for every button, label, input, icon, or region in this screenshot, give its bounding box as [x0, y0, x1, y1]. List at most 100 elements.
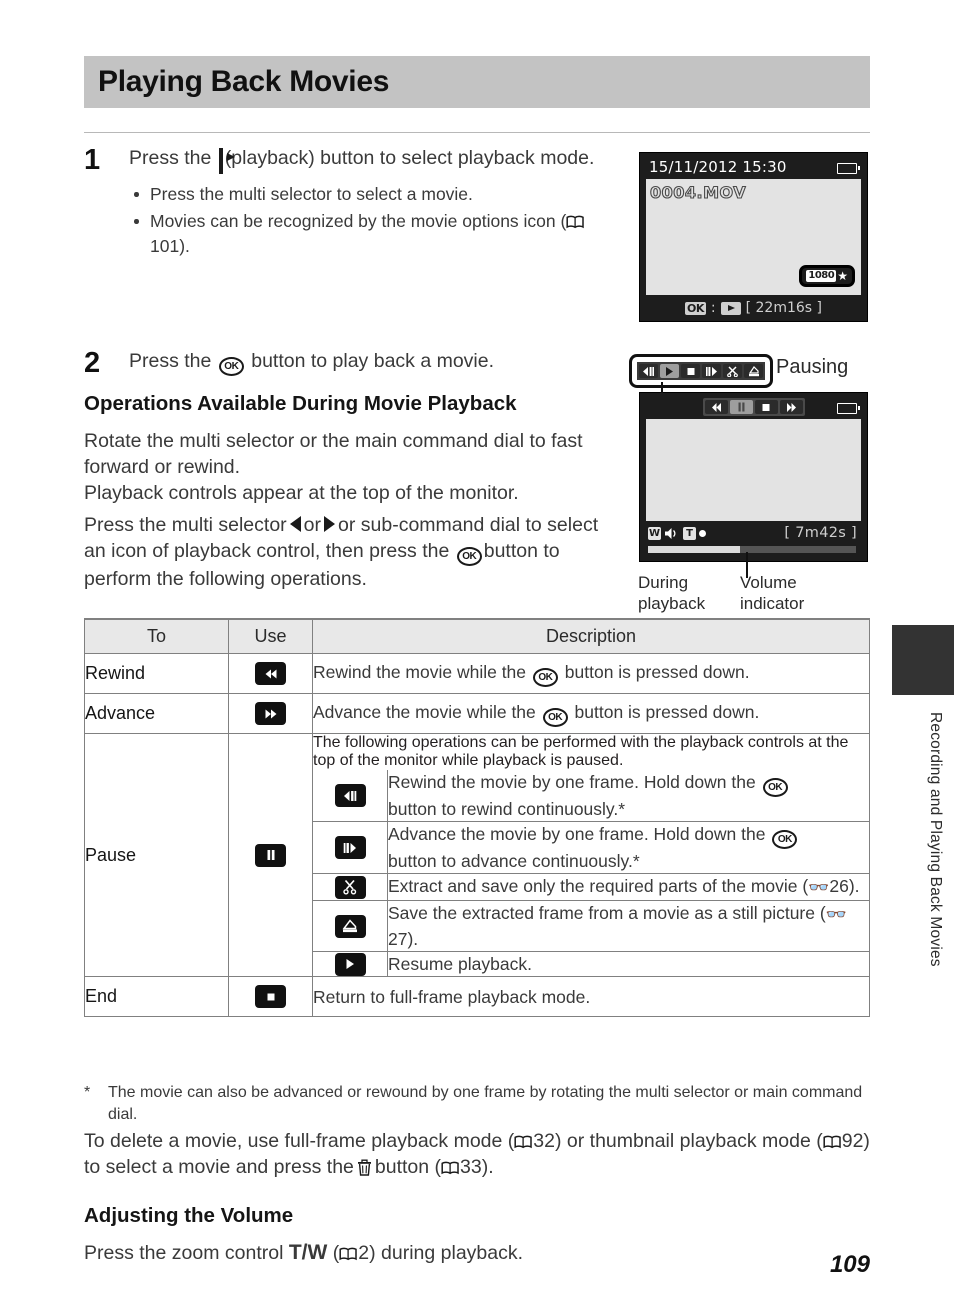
save-frame-icon[interactable] — [744, 364, 763, 378]
play-badge-icon — [720, 301, 741, 315]
step-1-body: Press the (playback) button to select pl… — [129, 145, 624, 261]
frame-rewind-icon[interactable] — [639, 364, 658, 378]
volume-text: Press the zoom control T/W (2) during pl… — [84, 1240, 870, 1266]
subrow-save-frame-use — [313, 900, 388, 952]
row-rewind-to: Rewind — [84, 653, 229, 694]
subrow-frame-advance-use — [313, 821, 388, 874]
closing-d: button ( — [374, 1156, 442, 1178]
caption-volume-indicator: Volume indicator — [740, 573, 805, 613]
row-pause-to: Pause — [84, 733, 229, 977]
page-number: 109 — [829, 1251, 870, 1278]
speaker-icon — [664, 527, 680, 540]
section-para-1: Rotate the multi selector or the main co… — [84, 430, 583, 478]
bullet-2-text-a: Movies can be recognized by the movie op… — [150, 211, 567, 231]
volume-indicator: W T — [648, 527, 706, 540]
subrow-2-desc-a: Advance the movie by one frame. Hold dow… — [388, 824, 766, 844]
row-rewind-description: Rewind the movie while the OK button is … — [312, 653, 870, 694]
closing-b: ) or thumbnail playback mode ( — [555, 1130, 823, 1152]
list-item: Movies can be recognized by the movie op… — [129, 209, 624, 259]
bullet-1-text: Press the multi selector to select a mov… — [150, 184, 473, 204]
frame-advance-icon — [334, 836, 366, 859]
rewind-icon[interactable] — [704, 400, 728, 414]
footnote-text: The movie can also be advanced or rewoun… — [108, 1084, 863, 1123]
lcd1-separator: : — [710, 300, 716, 316]
playback-controls-callout — [629, 354, 773, 388]
manual-page: Playing Back Movies 1 Press the (playbac… — [0, 0, 954, 1314]
table-row: Rewind the movie by one frame. Hold down… — [313, 770, 869, 822]
operations-table: To Use Description Rewind Rewind the mov… — [84, 618, 870, 1017]
frame-rewind-icon — [334, 784, 366, 807]
closing-e: ). — [481, 1156, 494, 1178]
ok-badge: OK — [685, 301, 706, 315]
section-para-3: Press the multi selector or or sub-command… — [84, 512, 620, 592]
subrow-frame-advance-description: Advance the movie by one frame. Hold dow… — [387, 821, 869, 874]
frame-advance-icon[interactable] — [702, 364, 721, 378]
save-frame-icon — [334, 914, 366, 938]
chapter-tab-block — [892, 625, 954, 695]
book-reference-icon — [441, 1161, 460, 1175]
supplement-reference-icon: 👓 — [808, 878, 829, 897]
lcd2-image-area — [646, 419, 861, 521]
table-row-pause: Pause The following operations can be pe… — [84, 733, 870, 977]
stop-icon[interactable] — [681, 364, 700, 378]
column-header-to: To — [84, 618, 229, 654]
ok-button-icon: OK — [218, 357, 244, 376]
volume-text-a: Press the zoom control — [84, 1242, 284, 1264]
step-2-number: 2 — [84, 347, 101, 379]
advance-icon[interactable] — [779, 400, 803, 414]
closing-ref-2: 92 — [841, 1130, 864, 1152]
row-rewind-desc-a: Rewind the movie while the — [313, 662, 527, 682]
pause-icon — [255, 843, 286, 867]
subrow-resume-use — [313, 951, 388, 976]
operations-section: Operations Available During Movie Playba… — [84, 392, 620, 592]
column-header-description: Description — [312, 618, 870, 654]
subrow-1-desc-b: button to rewind continuously.* — [388, 799, 626, 819]
ok-button-icon: OK — [542, 708, 568, 727]
stop-icon[interactable] — [754, 400, 778, 414]
lcd2-control-bar — [702, 398, 805, 416]
footnote: * The movie can also be advanced or rewo… — [84, 1082, 870, 1126]
table-row: Save the extracted frame from a movie as… — [313, 900, 869, 952]
row-advance-description: Advance the movie while the OK button is… — [312, 693, 870, 734]
row-end-description: Return to full-frame playback mode. — [312, 976, 870, 1017]
stop-icon — [255, 985, 286, 1008]
subrow-save-frame-description: Save the extracted frame from a movie as… — [387, 900, 869, 952]
volume-bar[interactable] — [648, 546, 856, 553]
page-title: Playing Back Movies — [98, 65, 390, 98]
subrow-scissors-use — [313, 873, 388, 901]
multi-selector-left-icon — [289, 516, 301, 532]
section-para-3-a: Press the multi selector — [84, 514, 287, 536]
table-row: Resume playback. — [313, 951, 869, 976]
pause-icon[interactable] — [729, 400, 753, 414]
row-advance-desc-b: button is pressed down. — [574, 702, 760, 722]
footnote-marker: * — [84, 1084, 91, 1101]
volume-section: Adjusting the Volume Press the zoom cont… — [84, 1204, 870, 1266]
book-reference-icon — [566, 215, 585, 229]
volume-knob-icon[interactable] — [699, 530, 706, 537]
ok-button-icon: OK — [762, 778, 788, 797]
subrow-3-desc-b: ). — [848, 876, 860, 896]
subrow-frame-rewind-use — [313, 770, 388, 822]
battery-icon — [837, 403, 860, 414]
scissors-icon[interactable] — [723, 364, 742, 378]
subrow-1-desc-a: Rewind the movie by one frame. Hold down… — [388, 772, 756, 792]
book-reference-icon — [339, 1247, 358, 1261]
row-advance-to: Advance — [84, 693, 229, 734]
chapter-side-label: Recording and Playing Back Movies — [927, 712, 944, 967]
closing-a: To delete a movie, use full-frame playba… — [84, 1130, 515, 1152]
volume-bar-fill — [648, 546, 740, 553]
play-icon[interactable] — [660, 364, 679, 378]
movie-options-icon: 1080 ★ — [799, 265, 855, 287]
ok-button-icon: OK — [772, 830, 798, 849]
step-2-body: Press the OK button to play back a movie… — [129, 348, 624, 376]
row-rewind-use — [228, 653, 313, 694]
row-pause-use — [228, 733, 313, 977]
zoom-control-label: T/W — [288, 1241, 328, 1264]
subrow-scissors-description: Extract and save only the required parts… — [387, 873, 869, 901]
step-1-text: Press the (playback) button to select pl… — [129, 145, 624, 174]
row-advance-use — [228, 693, 313, 734]
multi-selector-right-icon — [324, 516, 335, 532]
closing-ref-3: 33 — [460, 1156, 482, 1178]
table-row: Rewind Rewind the movie while the OK but… — [84, 653, 870, 694]
subrow-4-desc-a: Save the extracted frame from a movie as… — [388, 903, 826, 923]
